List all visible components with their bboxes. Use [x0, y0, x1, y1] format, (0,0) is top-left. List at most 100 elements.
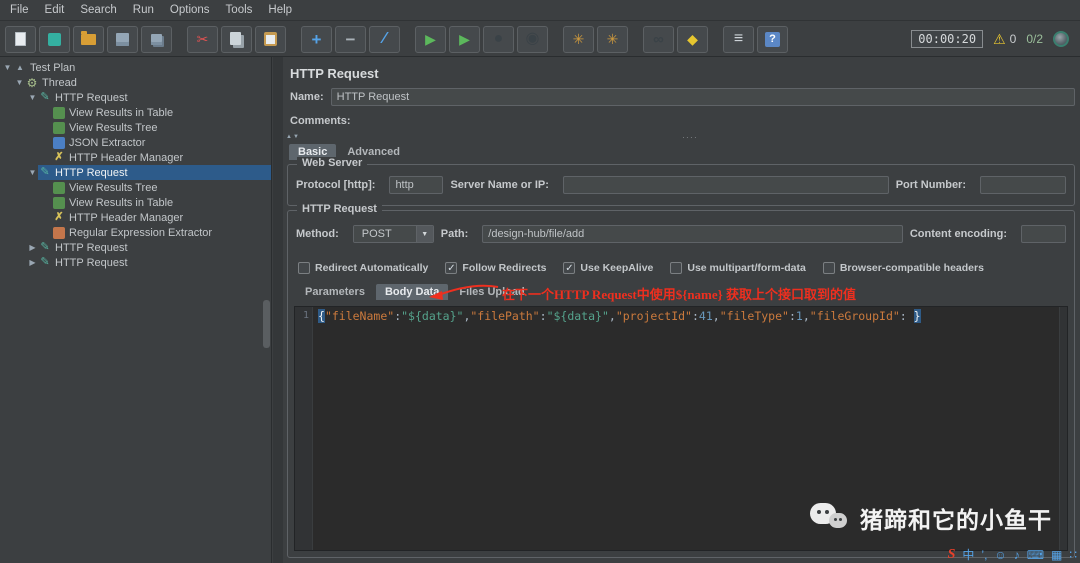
- http-request-icon: [39, 167, 51, 179]
- expander-icon[interactable]: [27, 94, 38, 102]
- checkbox-use-multipart[interactable]: Use multipart/form-data: [670, 262, 806, 274]
- menu-options[interactable]: Options: [162, 2, 218, 18]
- voice-icon[interactable]: ♪: [1014, 549, 1020, 561]
- checkbox-redirect-automatically[interactable]: Redirect Automatically: [298, 262, 428, 274]
- toggle-button[interactable]: ∕: [369, 25, 400, 53]
- listener-table-icon: [53, 106, 65, 119]
- tree-item-http-request-4[interactable]: HTTP Request: [0, 255, 271, 270]
- clear-all-button[interactable]: ✳: [597, 25, 628, 53]
- punctuation-icon[interactable]: ’,: [981, 549, 987, 561]
- menu-run[interactable]: Run: [125, 2, 162, 18]
- tree-item-label: HTTP Header Manager: [69, 151, 184, 164]
- more-icon[interactable]: ∷: [1069, 549, 1077, 561]
- content-encoding-input[interactable]: [1021, 225, 1066, 243]
- save-button[interactable]: [107, 25, 138, 53]
- tree-item-view-results-in-table[interactable]: View Results in Table: [0, 105, 271, 120]
- search-button[interactable]: ∞: [643, 25, 674, 53]
- code-token: :: [539, 309, 547, 323]
- tree-item-http-header-manager-2[interactable]: HTTP Header Manager: [0, 210, 271, 225]
- toggle-view-button[interactable]: ≡: [723, 25, 754, 53]
- expander-icon[interactable]: [27, 244, 38, 252]
- log-errors-indicator[interactable]: ⚠ 0: [993, 31, 1016, 48]
- open-templates-button[interactable]: [39, 25, 70, 53]
- expander-icon[interactable]: [27, 169, 38, 177]
- sogou-logo-icon[interactable]: S: [948, 548, 956, 562]
- header-manager-icon: [53, 152, 65, 164]
- open-folder-icon: [81, 30, 96, 45]
- menu-tools[interactable]: Tools: [218, 2, 261, 18]
- name-input[interactable]: [330, 88, 1075, 106]
- path-input[interactable]: [482, 225, 903, 243]
- open-file-button[interactable]: [73, 25, 104, 53]
- tree-item-view-results-in-table-2[interactable]: View Results in Table: [0, 195, 271, 210]
- tree-item-http-request-1[interactable]: HTTP Request: [0, 90, 271, 105]
- input-method-bar: S 中 ’, ☺ ♪ ⌨ ▦ ∷: [948, 548, 1077, 562]
- shutdown-button[interactable]: ◉: [517, 25, 548, 53]
- tree-item-thread[interactable]: Thread: [0, 75, 271, 90]
- tree-item-label: View Results in Table: [69, 196, 174, 209]
- tree-item-http-request-3[interactable]: HTTP Request: [0, 240, 271, 255]
- keyboard-icon[interactable]: ⌨: [1027, 549, 1044, 561]
- chinese-mode-icon[interactable]: 中: [962, 549, 974, 561]
- http-request-icon: [39, 92, 51, 104]
- annotation-text: 在下一个HTTP Request中使用${name} 获取上个接口取到的值: [502, 287, 857, 302]
- name-label: Name:: [290, 91, 324, 103]
- protocol-input[interactable]: [389, 176, 444, 194]
- help-button[interactable]: ?: [757, 25, 788, 53]
- tree-item-json-extractor[interactable]: JSON Extractor: [0, 135, 271, 150]
- tree-item-http-request-2-selected[interactable]: HTTP Request: [0, 165, 271, 180]
- new-file-button[interactable]: [5, 25, 36, 53]
- expander-icon[interactable]: [2, 64, 13, 72]
- handwriting-icon[interactable]: ▦: [1051, 549, 1062, 561]
- checkbox-label: Use KeepAlive: [580, 262, 654, 274]
- start-no-timers-button[interactable]: ▶: [449, 25, 480, 53]
- expand-all-button[interactable]: +: [301, 25, 332, 53]
- code-token: "fileName": [324, 309, 395, 323]
- page-title: HTTP Request: [290, 66, 379, 81]
- menu-search[interactable]: Search: [72, 2, 124, 18]
- tree-item-view-results-tree[interactable]: View Results Tree: [0, 120, 271, 135]
- start-button[interactable]: ▶: [415, 25, 446, 53]
- pane-divider[interactable]: [283, 133, 1080, 141]
- editor-scrollbar[interactable]: [1059, 307, 1067, 550]
- minus-icon: −: [345, 29, 356, 49]
- checkbox-icon: [298, 262, 310, 274]
- cut-button[interactable]: ✂: [187, 25, 218, 53]
- port-number-input[interactable]: [980, 176, 1066, 194]
- tab-parameters[interactable]: Parameters: [296, 284, 374, 300]
- menu-file[interactable]: File: [2, 2, 37, 18]
- tree-scrollbar-thumb[interactable]: [263, 300, 270, 348]
- paste-button[interactable]: [255, 25, 286, 53]
- new-file-icon: [15, 32, 26, 46]
- comments-row: Comments:: [290, 114, 1075, 128]
- checkbox-checked-icon: [445, 262, 458, 274]
- emoji-icon[interactable]: ☺: [994, 549, 1006, 561]
- chevron-down-icon[interactable]: ▼: [415, 226, 433, 242]
- copy-button[interactable]: [221, 25, 252, 53]
- collapse-all-button[interactable]: −: [335, 25, 366, 53]
- comments-input[interactable]: [357, 114, 1075, 128]
- expander-icon[interactable]: [14, 79, 25, 87]
- expander-icon[interactable]: [27, 259, 38, 267]
- method-value: POST: [353, 226, 416, 242]
- clear-button[interactable]: ✳: [563, 25, 594, 53]
- checkbox-use-keepalive[interactable]: Use KeepAlive: [563, 262, 653, 274]
- checkbox-browser-compatible-headers[interactable]: Browser-compatible headers: [822, 262, 984, 274]
- function-helper-button[interactable]: ◆: [677, 25, 708, 53]
- tree-item-test-plan[interactable]: Test Plan: [0, 60, 271, 75]
- tree-item-view-results-tree-2[interactable]: View Results Tree: [0, 180, 271, 195]
- save-as-button[interactable]: [141, 25, 172, 53]
- server-name-input[interactable]: [562, 176, 889, 194]
- tree-item-http-header-manager-1[interactable]: HTTP Header Manager: [0, 150, 271, 165]
- divider-arrows-icon[interactable]: [286, 134, 300, 140]
- method-row: Method: POST ▼ Path: Content encoding:: [296, 225, 1066, 243]
- checkbox-follow-redirects[interactable]: Follow Redirects: [445, 262, 546, 274]
- method-select[interactable]: POST ▼: [352, 225, 434, 243]
- web-server-group: Web Server Protocol [http]: Server Name …: [287, 157, 1075, 206]
- tree-item-regular-expression-extractor[interactable]: Regular Expression Extractor: [0, 225, 271, 240]
- elapsed-timer: 00:00:20: [911, 30, 984, 48]
- tree-splitter[interactable]: [273, 57, 283, 563]
- menu-help[interactable]: Help: [260, 2, 300, 18]
- menu-edit[interactable]: Edit: [37, 2, 73, 18]
- stop-button[interactable]: ●: [483, 25, 514, 53]
